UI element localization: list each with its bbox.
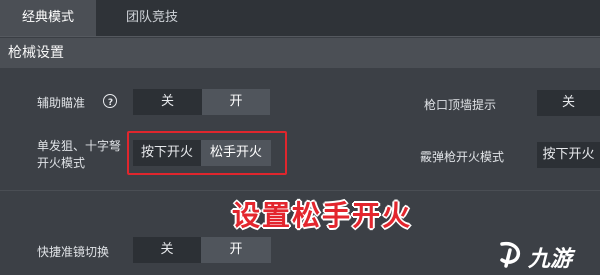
mode-tab-bar: 经典模式 团队竞技: [0, 0, 600, 36]
section-title: 枪械设置: [8, 45, 64, 61]
muzzle-hint-toggle: 关: [537, 90, 600, 116]
quick-scope-label: 快捷准镜切换: [37, 245, 110, 259]
shotgun-press-fire-button[interactable]: 按下开火: [537, 142, 600, 168]
aim-assist-on-button[interactable]: 开: [202, 89, 270, 115]
shotgun-fire-label: 霰弹枪开火模式: [420, 150, 505, 164]
highlight-box: [127, 131, 287, 175]
jiuyou-logo-icon: [500, 241, 521, 268]
aim-assist-toggle: 关 开: [133, 89, 270, 115]
quick-scope-toggle: 关 开: [133, 237, 271, 263]
shotgun-fire-toggle: 按下开火: [537, 142, 600, 168]
quick-scope-on-button[interactable]: 开: [201, 237, 271, 263]
tab-team-deathmatch[interactable]: 团队竞技: [96, 0, 208, 36]
muzzle-hint-off-button[interactable]: 关: [537, 90, 600, 116]
aim-assist-label: 辅助瞄准: [37, 96, 86, 110]
tab-classic-mode[interactable]: 经典模式: [0, 0, 96, 36]
row-divider: [0, 190, 600, 191]
help-icon[interactable]: ?: [103, 94, 117, 108]
svg-text:?: ?: [107, 98, 112, 107]
watermark: 九游: [496, 238, 596, 272]
quick-scope-off-button[interactable]: 关: [133, 237, 201, 263]
aim-assist-off-button[interactable]: 关: [133, 89, 202, 115]
annotation-text: 设置松手开火: [232, 199, 413, 232]
section-header: 枪械设置: [0, 38, 600, 68]
muzzle-hint-label: 枪口顶墙提示: [424, 98, 497, 112]
single-sniper-fire-label: 单发狙、十字弩开火模式: [37, 139, 122, 170]
watermark-text: 九游: [528, 247, 573, 272]
tab-divider: [0, 36, 600, 37]
